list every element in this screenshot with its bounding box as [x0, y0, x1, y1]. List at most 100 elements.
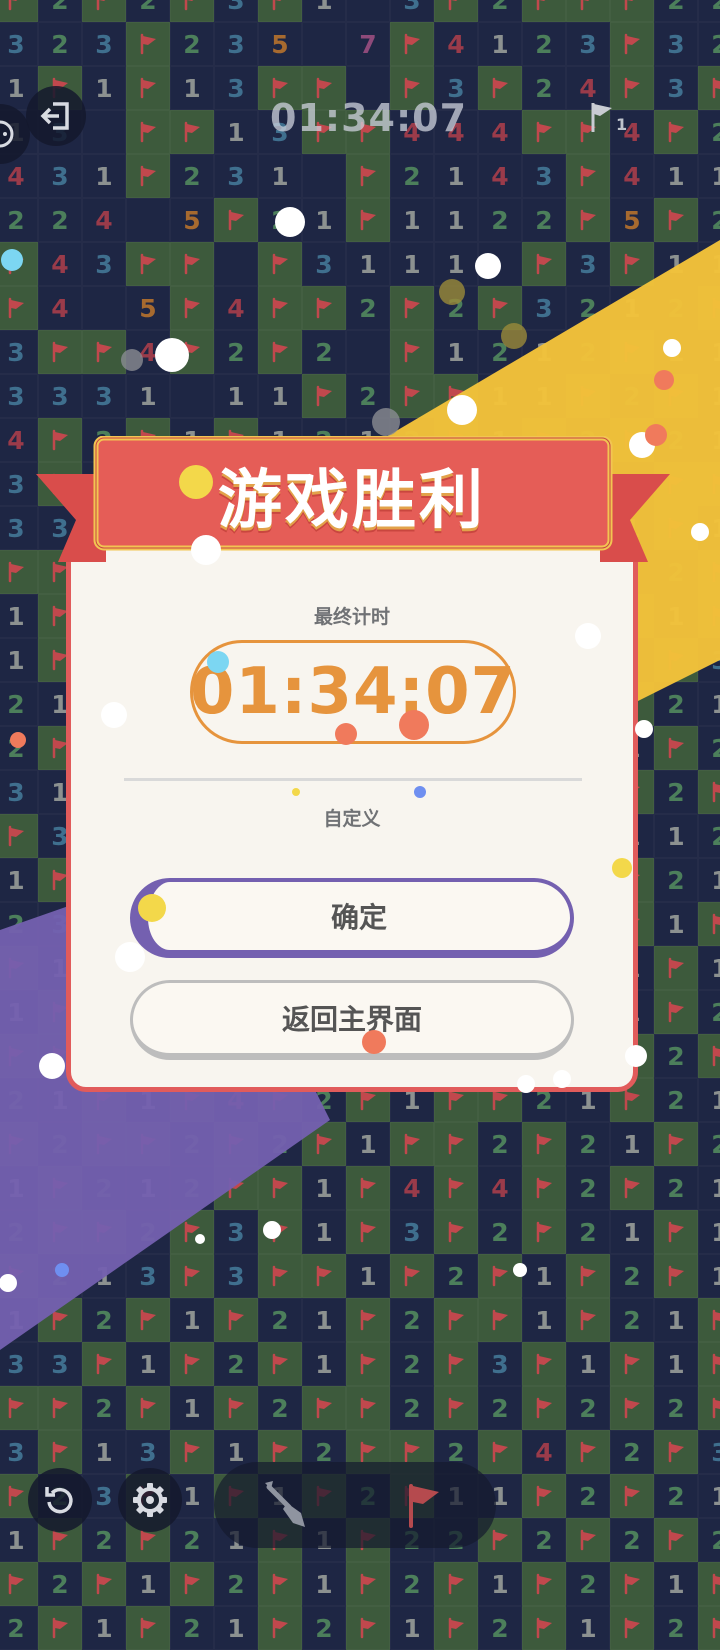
number-cell[interactable]: 3 [0, 770, 38, 814]
number-cell[interactable]: 1 [654, 330, 698, 374]
number-cell[interactable]: 2 [258, 198, 302, 242]
number-cell[interactable]: 2 [346, 286, 390, 330]
flagged-cell[interactable] [170, 330, 214, 374]
number-cell[interactable]: 1 [698, 242, 720, 286]
number-cell[interactable]: 2 [654, 1386, 698, 1430]
number-cell[interactable]: 1 [698, 1210, 720, 1254]
flagged-cell[interactable] [126, 1298, 170, 1342]
number-cell[interactable]: 2 [522, 1518, 566, 1562]
flagged-cell[interactable] [38, 1166, 82, 1210]
flagged-cell[interactable] [390, 330, 434, 374]
number-cell[interactable]: 4 [522, 1430, 566, 1474]
number-cell[interactable]: 1 [698, 858, 720, 902]
number-cell[interactable]: 1 [566, 1342, 610, 1386]
flagged-cell[interactable] [654, 198, 698, 242]
number-cell[interactable]: 3 [0, 1342, 38, 1386]
number-cell[interactable]: 1 [302, 198, 346, 242]
flagged-cell[interactable] [522, 1386, 566, 1430]
flagged-cell[interactable] [522, 1166, 566, 1210]
number-cell[interactable]: 1 [610, 286, 654, 330]
number-cell[interactable]: 2 [654, 286, 698, 330]
number-cell[interactable]: 1 [522, 330, 566, 374]
confirm-button[interactable]: 确定 [130, 878, 574, 958]
number-cell[interactable]: 3 [214, 22, 258, 66]
number-cell[interactable]: 7 [346, 22, 390, 66]
flagged-cell[interactable] [610, 1606, 654, 1650]
flagged-cell[interactable] [82, 1562, 126, 1606]
flagged-cell[interactable] [126, 110, 170, 154]
flagged-cell[interactable] [566, 154, 610, 198]
flagged-cell[interactable] [522, 242, 566, 286]
flagged-cell[interactable] [38, 1210, 82, 1254]
flagged-cell[interactable] [258, 242, 302, 286]
number-cell[interactable]: 1 [698, 1078, 720, 1122]
flagged-cell[interactable] [0, 814, 38, 858]
flagged-cell[interactable] [346, 1386, 390, 1430]
number-cell[interactable]: 2 [610, 1518, 654, 1562]
flagged-cell[interactable] [610, 1474, 654, 1518]
number-cell[interactable]: 2 [610, 374, 654, 418]
number-cell[interactable]: 2 [654, 0, 698, 22]
number-cell[interactable]: 2 [478, 1386, 522, 1430]
flagged-cell[interactable] [302, 1386, 346, 1430]
number-cell[interactable]: 2 [522, 22, 566, 66]
flagged-cell[interactable] [654, 946, 698, 990]
flagged-cell[interactable] [610, 1562, 654, 1606]
number-cell[interactable]: 1 [0, 594, 38, 638]
number-cell[interactable]: 1 [170, 66, 214, 110]
flagged-cell[interactable] [566, 1254, 610, 1298]
number-cell[interactable]: 2 [214, 1342, 258, 1386]
flagged-cell[interactable] [346, 198, 390, 242]
number-cell[interactable]: 2 [566, 330, 610, 374]
number-cell[interactable]: 4 [434, 22, 478, 66]
flagged-cell[interactable] [698, 902, 720, 946]
number-cell[interactable]: 3 [566, 242, 610, 286]
flagged-cell[interactable] [346, 1166, 390, 1210]
flagged-cell[interactable] [214, 1386, 258, 1430]
number-cell[interactable]: 4 [390, 1166, 434, 1210]
empty-cell[interactable] [214, 242, 258, 286]
flagged-cell[interactable] [698, 594, 720, 638]
number-cell[interactable]: 1 [302, 1210, 346, 1254]
flagged-cell[interactable] [390, 374, 434, 418]
number-cell[interactable]: 1 [0, 638, 38, 682]
flagged-cell[interactable] [0, 1562, 38, 1606]
flagged-cell[interactable] [478, 286, 522, 330]
dig-tool-button[interactable] [254, 1472, 320, 1538]
number-cell[interactable]: 2 [698, 0, 720, 22]
flagged-cell[interactable] [0, 0, 38, 22]
number-cell[interactable]: 2 [170, 1122, 214, 1166]
number-cell[interactable]: 1 [302, 1342, 346, 1386]
flagged-cell[interactable] [82, 1342, 126, 1386]
flagged-cell[interactable] [434, 1166, 478, 1210]
flagged-cell[interactable] [0, 1122, 38, 1166]
flagged-cell[interactable] [654, 110, 698, 154]
number-cell[interactable]: 3 [82, 242, 126, 286]
number-cell[interactable]: 2 [346, 374, 390, 418]
number-cell[interactable]: 1 [390, 198, 434, 242]
number-cell[interactable]: 2 [258, 1298, 302, 1342]
number-cell[interactable]: 2 [478, 330, 522, 374]
number-cell[interactable]: 1 [214, 1606, 258, 1650]
number-cell[interactable]: 1 [698, 330, 720, 374]
number-cell[interactable]: 1 [654, 1562, 698, 1606]
number-cell[interactable]: 2 [214, 330, 258, 374]
flagged-cell[interactable] [434, 1122, 478, 1166]
flagged-cell[interactable] [258, 1254, 302, 1298]
number-cell[interactable]: 2 [698, 814, 720, 858]
number-cell[interactable]: 1 [610, 1210, 654, 1254]
number-cell[interactable]: 1 [698, 506, 720, 550]
flagged-cell[interactable] [434, 0, 478, 22]
flagged-cell[interactable] [126, 1386, 170, 1430]
flagged-cell[interactable] [0, 946, 38, 990]
number-cell[interactable]: 1 [434, 154, 478, 198]
flagged-cell[interactable] [522, 110, 566, 154]
number-cell[interactable]: 3 [214, 1254, 258, 1298]
flagged-cell[interactable] [522, 1474, 566, 1518]
number-cell[interactable]: 3 [522, 286, 566, 330]
flagged-cell[interactable] [0, 242, 38, 286]
number-cell[interactable]: 1 [698, 154, 720, 198]
number-cell[interactable]: 1 [698, 1474, 720, 1518]
number-cell[interactable]: 2 [654, 858, 698, 902]
number-cell[interactable]: 2 [566, 1122, 610, 1166]
